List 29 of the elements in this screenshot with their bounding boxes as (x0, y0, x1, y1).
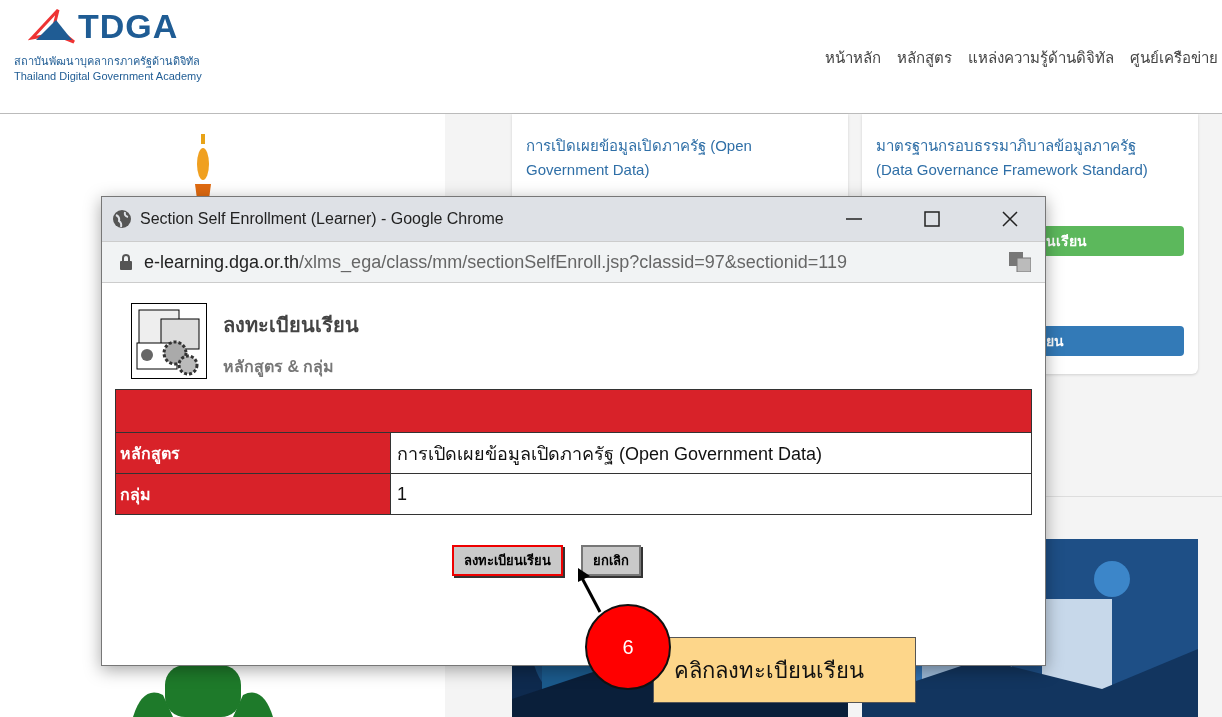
nav-link[interactable]: แหล่งความรู้ด้านดิจิทัล (968, 46, 1114, 70)
course-title[interactable]: มาตรฐานกรอบธรรมาภิบาลข้อมูลภาครัฐ (Data Governance Framework Standard) (876, 134, 1176, 182)
book-logo-icon (28, 6, 76, 46)
page-subheading: หลักสูตร & กลุ่ม (223, 357, 336, 379)
value-cell: 1 (390, 473, 1032, 515)
lock-icon (120, 254, 132, 270)
label-cell: หลักสูตร (115, 432, 391, 474)
callout-note: คลิกลงทะเบียนเรียน (653, 637, 916, 703)
window-title: Section Self Enrollment (Learner) - Google Chrome (140, 210, 505, 228)
gears-document-icon (131, 303, 207, 379)
logo-subtitle: สถาบันพัฒนาบุคลากรภาครัฐด้านดิจิทัล (14, 54, 201, 70)
url-text: e-learning.dga.or.th/xlms_ega/class/mm/sectionSelfEnroll.jsp?classid=97&sectionid=119 (144, 251, 849, 273)
address-bar[interactable]: e-learning.dga.or.th/xlms_ega/class/mm/sectionSelfEnroll.jsp?classid=97&sectionid=119 (102, 241, 1045, 283)
translate-icon[interactable] (1009, 252, 1031, 272)
nav-link[interactable]: หลักสูตร (897, 46, 952, 70)
label-cell: กลุ่ม (115, 473, 391, 515)
maximize-icon (924, 211, 940, 227)
logo-subtitle: Thailand Digital Government Academy (14, 70, 202, 82)
logo-text: TDGA (78, 6, 179, 46)
globe-icon (112, 209, 132, 229)
close-icon (1002, 211, 1018, 227)
minimize-icon (846, 218, 862, 220)
course-title[interactable]: การเปิดเผยข้อมูลเปิดภาครัฐ (Open Government Data) (526, 134, 786, 182)
enroll-button[interactable]: ลงทะเบียนเรียน (451, 545, 563, 576)
cancel-button[interactable]: ยกเลิก (580, 545, 641, 576)
nav-link[interactable]: หน้าหลัก (825, 46, 881, 70)
nav-link[interactable]: ศูนย์เครือข่าย (1130, 46, 1218, 70)
value-cell: การเปิดเผยข้อมูลเปิดภาครัฐ (Open Government Data) (390, 432, 1032, 474)
page-heading: ลงทะเบียนเรียน (223, 313, 359, 338)
